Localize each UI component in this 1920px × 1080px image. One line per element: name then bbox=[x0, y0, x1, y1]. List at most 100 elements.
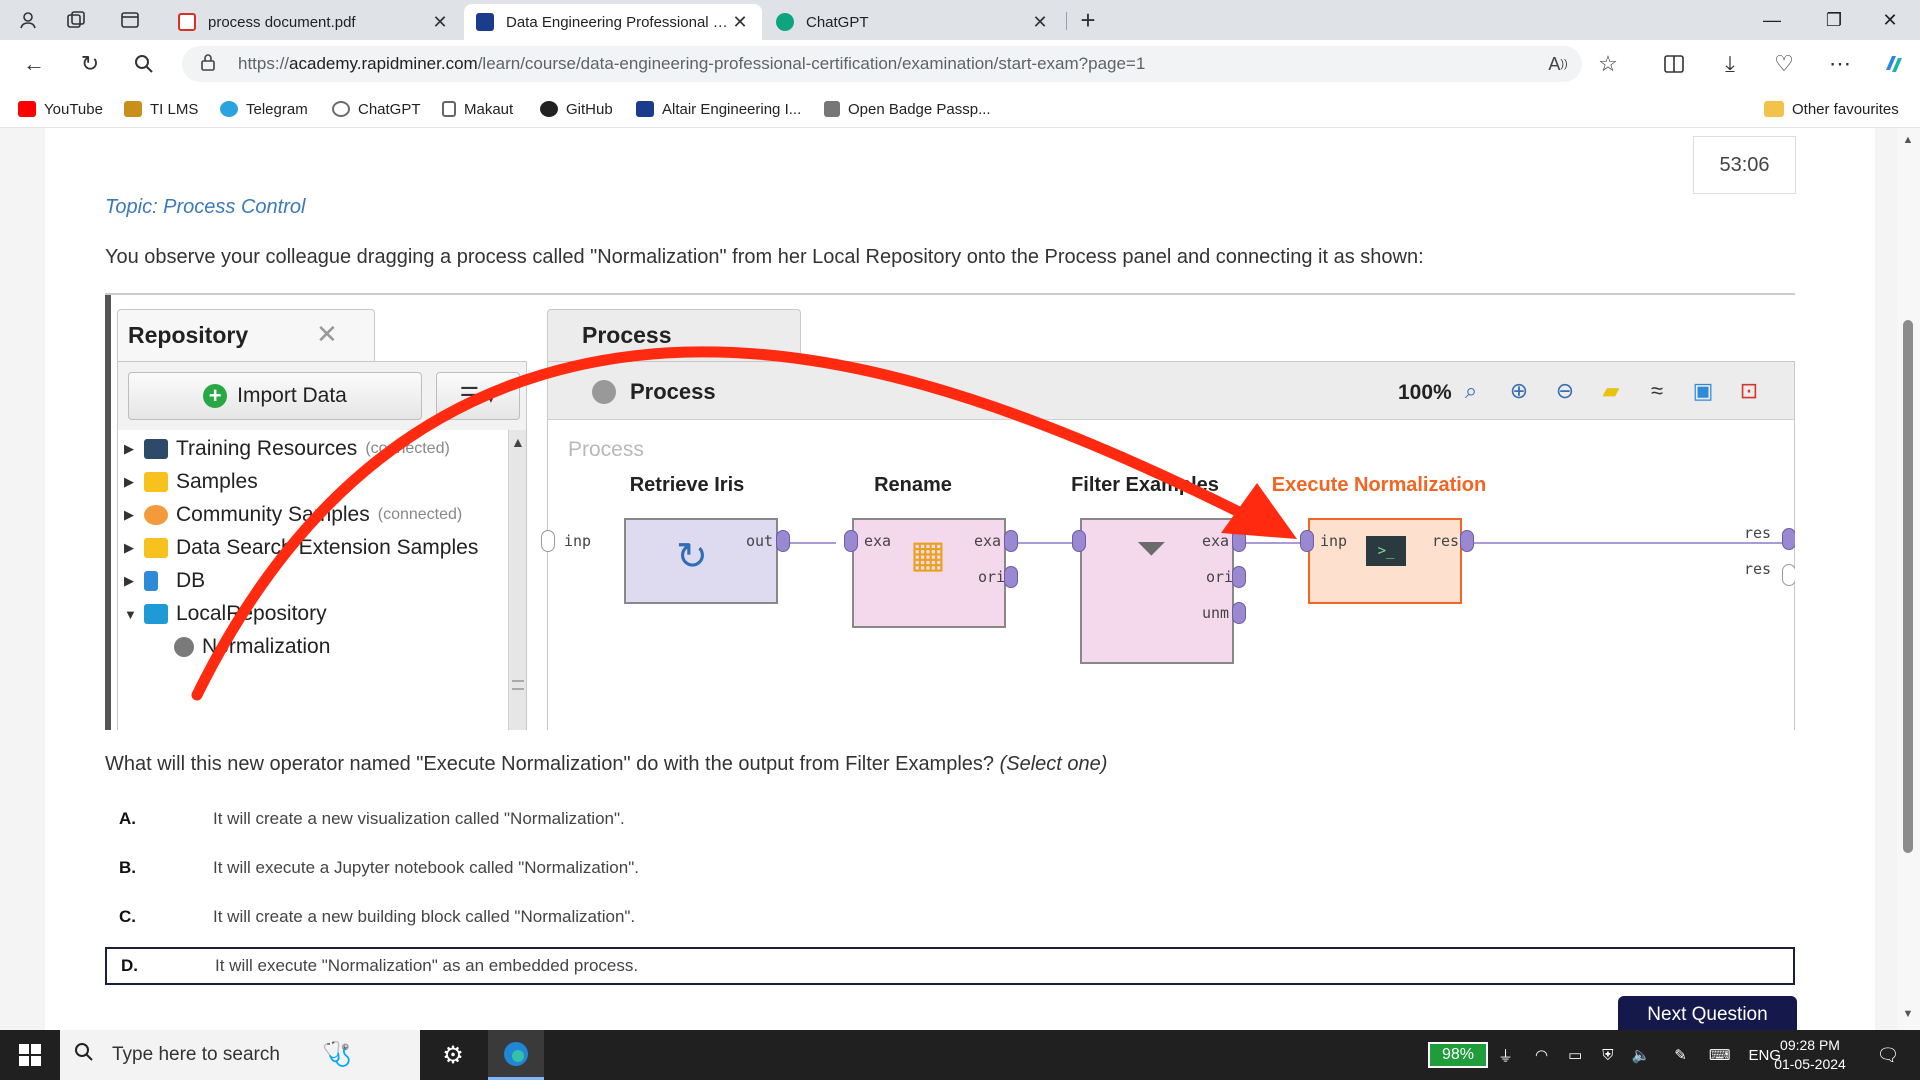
favorite-star-icon[interactable]: ☆ bbox=[1594, 50, 1622, 78]
clock-time: 09:28 PM bbox=[1780, 1037, 1840, 1053]
bookmark-makaut[interactable]: Makaut bbox=[442, 98, 513, 120]
other-favourites[interactable]: Other favourites bbox=[1764, 98, 1899, 120]
new-tab-button[interactable]: + bbox=[1076, 5, 1100, 35]
option-letter: B. bbox=[119, 858, 136, 877]
youtube-icon bbox=[18, 101, 36, 117]
keyboard-icon[interactable]: ⌨ bbox=[1709, 1046, 1731, 1064]
bookmark-altair[interactable]: Altair Engineering I... bbox=[636, 98, 801, 120]
bookmark-label: Altair Engineering I... bbox=[662, 100, 802, 118]
answer-option-b[interactable]: B. It will execute a Jupyter notebook ca… bbox=[105, 849, 1795, 887]
tab-title: process document.pdf bbox=[208, 13, 356, 31]
exam-timer: 53:06 bbox=[1693, 136, 1796, 194]
maximize-button[interactable]: ❐ bbox=[1820, 6, 1848, 34]
minimize-button[interactable]: — bbox=[1758, 6, 1786, 34]
tab-title: Data Engineering Professional Ce bbox=[506, 13, 730, 31]
option-letter: C. bbox=[119, 907, 136, 926]
folder-icon bbox=[1764, 101, 1784, 117]
refresh-button[interactable]: ↻ bbox=[76, 50, 104, 78]
tab-pdf[interactable]: process document.pdf ✕ bbox=[166, 4, 462, 40]
bookmark-youtube[interactable]: YouTube bbox=[18, 98, 103, 120]
tab-title: ChatGPT bbox=[806, 13, 869, 31]
rapidminer-favicon-icon bbox=[476, 13, 494, 31]
close-tab-icon[interactable]: ✕ bbox=[730, 12, 750, 33]
bookmark-label: Open Badge Passp... bbox=[848, 100, 991, 118]
option-text: It will execute "Normalization" as an em… bbox=[215, 956, 639, 975]
bookmark-telegram[interactable]: Telegram bbox=[220, 98, 308, 120]
lock-icon bbox=[200, 53, 222, 76]
annotation-arrow bbox=[191, 346, 1297, 701]
search-icon[interactable] bbox=[130, 50, 158, 78]
ti-lms-icon bbox=[124, 101, 142, 117]
security-shield-icon[interactable]: ⛨ bbox=[1602, 1047, 1613, 1064]
page-background: 53:06 Topic: Process Control You observe… bbox=[0, 128, 1920, 1036]
downloads-icon[interactable]: ⤓ bbox=[1716, 50, 1744, 78]
question-image: Repository ✕ + Import Data ☰ ▾ ▶ Trainin… bbox=[105, 293, 1795, 730]
tray-icons: ⏚ ◠ ▭ ⛨ 🔈 ✎ ⌨ ENG bbox=[1498, 1030, 1781, 1080]
edge-taskbar-icon[interactable] bbox=[488, 1030, 544, 1080]
bookmark-label: ChatGPT bbox=[358, 100, 421, 118]
address-bar[interactable]: https://academy.rapidminer.com/learn/cou… bbox=[182, 46, 1582, 82]
bookmark-label: GitHub bbox=[566, 100, 613, 118]
clock[interactable]: 09:28 PM 01-05-2024 bbox=[1760, 1036, 1860, 1074]
answer-option-c[interactable]: C. It will create a new building block c… bbox=[105, 898, 1795, 936]
close-window-button[interactable]: ✕ bbox=[1876, 6, 1904, 34]
bookmark-label: Other favourites bbox=[1792, 100, 1899, 118]
back-button[interactable]: ← bbox=[20, 50, 48, 78]
search-highlight-icon: 🩺 bbox=[322, 1041, 352, 1068]
clock-date: 01-05-2024 bbox=[1774, 1056, 1846, 1072]
scroll-up-icon[interactable]: ▲ bbox=[1901, 134, 1915, 148]
tab-chatgpt[interactable]: ChatGPT ✕ bbox=[764, 4, 1062, 40]
pen-icon[interactable]: ✎ bbox=[1674, 1046, 1687, 1064]
scroll-down-icon[interactable]: ▼ bbox=[1901, 1008, 1915, 1022]
workspaces-icon[interactable] bbox=[64, 8, 88, 32]
battery-icon[interactable]: ▭ bbox=[1568, 1046, 1582, 1064]
settings-gear-icon[interactable]: ⚙ bbox=[428, 1030, 478, 1080]
tab-exam[interactable]: Data Engineering Professional Ce ✕ bbox=[464, 4, 762, 40]
bookmark-github[interactable]: GitHub bbox=[540, 98, 613, 120]
chatgpt-icon bbox=[332, 101, 350, 117]
charging-plug-icon[interactable]: ⏚ bbox=[1498, 1045, 1513, 1066]
close-tab-icon[interactable]: ✕ bbox=[1030, 12, 1050, 33]
page-scrollbar[interactable]: ▲ ▼ bbox=[1897, 128, 1920, 1030]
bookmark-open-badge[interactable]: Open Badge Passp... bbox=[824, 98, 991, 120]
bookmark-ti-lms[interactable]: TI LMS bbox=[124, 98, 198, 120]
more-menu-icon[interactable]: ⋯ bbox=[1826, 50, 1854, 78]
option-letter: A. bbox=[119, 809, 136, 828]
read-aloud-icon[interactable]: A)) bbox=[1544, 46, 1572, 82]
option-text: It will execute a Jupyter notebook calle… bbox=[213, 858, 639, 877]
tab-actions-icon[interactable] bbox=[118, 8, 142, 32]
search-placeholder: Type here to search bbox=[112, 1044, 280, 1065]
start-button[interactable] bbox=[0, 1030, 60, 1080]
scrollbar-thumb[interactable] bbox=[1903, 320, 1913, 853]
option-letter: D. bbox=[121, 956, 138, 975]
url-path: /learn/course/data-engineering-professio… bbox=[477, 54, 1146, 73]
taskbar: Type here to search 🩺 ⚙ 98% ⏚ ◠ ▭ ⛨ 🔈 ✎ … bbox=[0, 1030, 1920, 1080]
close-tab-icon[interactable]: ✕ bbox=[430, 12, 450, 33]
tab-divider bbox=[1066, 12, 1067, 30]
browser-toolbar: ← ↻ https://academy.rapidminer.com/learn… bbox=[0, 40, 1920, 88]
profile-icon[interactable] bbox=[16, 8, 40, 32]
battery-indicator[interactable]: 98% bbox=[1428, 1042, 1488, 1068]
option-text: It will create a new visualization calle… bbox=[213, 809, 625, 828]
volume-icon[interactable]: 🔈 bbox=[1632, 1046, 1651, 1064]
bookmark-label: Makaut bbox=[464, 100, 514, 118]
browser-essentials-icon[interactable]: ♡ bbox=[1770, 50, 1798, 78]
notifications-icon[interactable]: 🗨 bbox=[1868, 1030, 1908, 1080]
tab-strip: process document.pdf ✕ Data Engineering … bbox=[0, 0, 1920, 40]
answer-option-d[interactable]: D. It will execute "Normalization" as an… bbox=[105, 947, 1795, 985]
url-text[interactable]: https://academy.rapidminer.com/learn/cou… bbox=[238, 54, 1145, 74]
answer-option-a[interactable]: A. It will create a new visualization ca… bbox=[105, 800, 1795, 838]
annotation-arrow-shaft bbox=[191, 346, 1251, 701]
wifi-icon[interactable]: ◠ bbox=[1535, 1046, 1548, 1064]
url-host: academy.rapidminer.com bbox=[289, 54, 478, 73]
copilot-icon[interactable] bbox=[1880, 50, 1908, 78]
bookmark-label: YouTube bbox=[44, 100, 103, 118]
option-text: It will create a new building block call… bbox=[213, 907, 636, 926]
answer-prompt: What will this new operator named "Execu… bbox=[105, 753, 1107, 776]
taskbar-search[interactable]: Type here to search 🩺 bbox=[60, 1030, 420, 1080]
split-screen-icon[interactable] bbox=[1660, 50, 1688, 78]
bookmark-label: Telegram bbox=[246, 100, 308, 118]
bookmark-chatgpt[interactable]: ChatGPT bbox=[332, 98, 421, 120]
bookmark-label: TI LMS bbox=[150, 100, 199, 118]
search-icon bbox=[74, 1042, 98, 1068]
